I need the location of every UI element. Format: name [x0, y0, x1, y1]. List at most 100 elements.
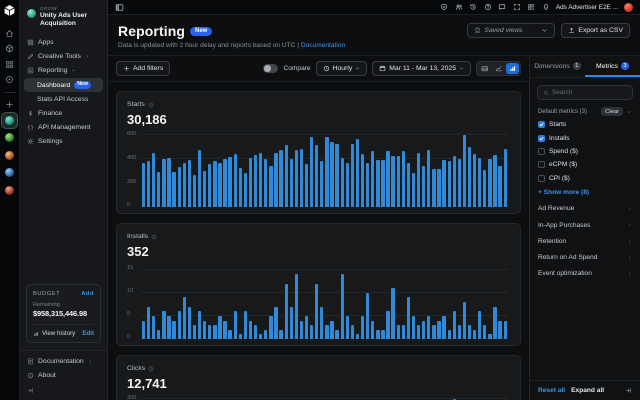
metric-checkbox-ecpm[interactable]: eCPM ($) [530, 158, 640, 171]
hub-nav-button[interactable] [3, 73, 17, 87]
checkbox-checked[interactable] [538, 121, 545, 129]
tab-metrics[interactable]: Metrics 3 [585, 56, 640, 77]
footer-item-about[interactable]: About [20, 368, 107, 382]
bar [259, 334, 263, 339]
chevron-down-icon [459, 66, 464, 71]
export-csv-button[interactable]: Export as CSV [561, 23, 630, 38]
expand-icon[interactable] [513, 3, 521, 11]
search-icon [543, 90, 549, 96]
footer-item-documentation[interactable]: Documentation [20, 354, 107, 368]
cube-nav-button[interactable] [3, 42, 17, 56]
metric-checkbox-spend[interactable]: Spend ($) [530, 145, 640, 158]
shield-icon[interactable] [440, 3, 448, 11]
bar [203, 320, 207, 339]
panel-toggle-icon[interactable] [115, 3, 124, 12]
bar [146, 306, 151, 339]
checkbox-unchecked[interactable] [538, 161, 545, 169]
chat-icon[interactable] [498, 3, 506, 11]
chart-cards: Starts 30,186 0 200 400 600 Installs 352 0 5 10 15 C… [108, 82, 529, 400]
users-icon[interactable] [455, 3, 463, 11]
metric-checkbox-starts[interactable]: Starts [530, 118, 640, 131]
checkbox-unchecked[interactable] [538, 147, 545, 155]
add-product-button[interactable] [3, 97, 17, 111]
category-item-return-on-ad-spend[interactable]: Return on Ad Spend [530, 249, 640, 265]
ads-product-icon[interactable] [2, 112, 17, 128]
collapse-panel-icon[interactable] [625, 387, 632, 394]
info-icon[interactable] [148, 102, 154, 108]
rail-nav [3, 26, 17, 88]
view-toggle-linechart[interactable] [492, 63, 505, 74]
bar [208, 325, 212, 339]
compare-toggle[interactable] [263, 64, 279, 73]
unity-logo-icon[interactable] [3, 4, 16, 17]
chart-area: 0 200 400 600 [127, 131, 510, 208]
grid-icon [27, 39, 34, 46]
saved-views-select[interactable]: Saved views [467, 23, 556, 38]
chart-plot[interactable] [141, 133, 508, 207]
sidebar-item-dashboard[interactable]: Dashboard New [24, 78, 103, 92]
product-blue-icon[interactable] [2, 165, 17, 180]
category-item-retention[interactable]: Retention [530, 233, 640, 249]
search-input[interactable] [552, 89, 627, 96]
checkbox-unchecked[interactable] [538, 174, 545, 182]
view-history-link[interactable]: View history [42, 330, 75, 337]
bar [371, 151, 375, 207]
sidebar-item-label: Dashboard [37, 81, 71, 89]
checkbox-checked[interactable] [538, 134, 545, 142]
barchart-icon [509, 65, 517, 73]
category-item-in-app-purchases[interactable]: In-App Purchases [530, 217, 640, 233]
info-icon[interactable] [148, 366, 154, 372]
sidebar-item-creative-tools[interactable]: Creative Tools [20, 49, 107, 63]
clear-button[interactable]: Clear [601, 107, 623, 116]
bar [493, 306, 497, 339]
product-red-icon[interactable] [2, 183, 17, 198]
sidebar-item-settings[interactable]: Settings [20, 135, 107, 149]
category-item-ad-revenue[interactable]: Ad Revenue [530, 201, 640, 217]
show-more-link[interactable]: + Show more (8) [530, 185, 640, 201]
budget-add-link[interactable]: Add [81, 291, 94, 297]
account-menu[interactable]: Ads Advertiser E2E ... [556, 4, 618, 11]
add-filters-button[interactable]: Add filters [116, 61, 171, 76]
home-nav-button[interactable] [3, 26, 17, 40]
product-green-icon[interactable] [2, 130, 17, 145]
ads-product-orb [5, 115, 14, 125]
date-range-picker[interactable]: Mar 11 - Mar 13, 2025 [372, 61, 471, 76]
bell-icon[interactable] [542, 3, 550, 11]
qr-icon[interactable] [527, 3, 535, 11]
grid-nav-button[interactable] [3, 57, 17, 71]
sidebar-item-reporting[interactable]: Reporting [20, 63, 107, 77]
help-icon[interactable] [484, 3, 492, 11]
view-toggle-barchart[interactable] [506, 63, 519, 74]
expand-all-link[interactable]: Expand all [571, 387, 604, 394]
sidebar-item-finance[interactable]: Finance [20, 107, 107, 121]
sidebar-item-apps[interactable]: Apps [20, 35, 107, 49]
history-icon[interactable] [469, 3, 477, 11]
tab-dimensions[interactable]: Dimensions 1 [530, 56, 585, 77]
sidebar-collapse-button[interactable] [20, 384, 107, 400]
sidebar-item-stats-api-access[interactable]: Stats API Access [20, 93, 107, 107]
category-item-event-optimization[interactable]: Event optimization [530, 266, 640, 282]
documentation-link[interactable]: Documentation [301, 42, 345, 49]
sidebar-item-api-management[interactable]: API Management [20, 121, 107, 135]
linechart-icon [495, 65, 503, 73]
user-avatar[interactable] [624, 2, 633, 12]
granularity-dropdown[interactable]: Hourly [315, 61, 368, 76]
metric-search[interactable] [537, 85, 633, 100]
brush-icon [27, 53, 34, 60]
metric-checkbox-cpi[interactable]: CPI ($) [530, 172, 640, 185]
product-orange-icon[interactable] [2, 148, 17, 163]
bar [366, 292, 370, 339]
chart-plot[interactable] [141, 265, 508, 339]
budget-edit-link[interactable]: Edit [82, 330, 94, 337]
metric-checkbox-installs[interactable]: Installs [530, 131, 640, 144]
bar [442, 159, 446, 207]
bar [396, 325, 400, 339]
reset-all-link[interactable]: Reset all [538, 387, 565, 394]
bar [167, 315, 171, 339]
view-toggle-table[interactable] [478, 63, 491, 74]
info-icon[interactable] [151, 234, 157, 240]
org-switcher[interactable]: GROW Unity Ads User Acquisition [20, 0, 107, 35]
rail-products [2, 112, 17, 201]
bar [340, 157, 344, 207]
chevron-down-icon[interactable] [626, 109, 632, 115]
